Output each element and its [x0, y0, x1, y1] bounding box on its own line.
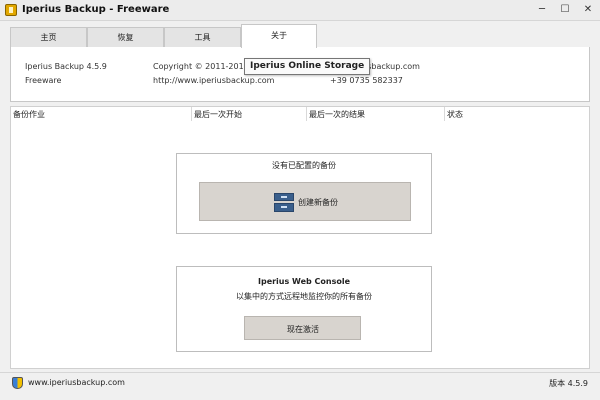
- edition-label: Freeware: [25, 76, 62, 85]
- activate-now-label: 现在激活: [287, 325, 319, 334]
- database-icon: [274, 193, 294, 212]
- jobs-grid-header: 备份作业 最后一次开始 最后一次的结果 状态: [10, 106, 590, 122]
- no-backup-card: 没有已配置的备份 创建新备份: [176, 153, 432, 234]
- column-status[interactable]: 状态: [447, 109, 463, 120]
- online-storage-tooltip: Iperius Online Storage: [244, 58, 371, 75]
- column-divider[interactable]: [191, 107, 192, 122]
- column-divider[interactable]: [444, 107, 445, 122]
- maximize-button[interactable]: ☐: [555, 2, 575, 18]
- version-label: 版本 4.5.9: [549, 379, 588, 388]
- column-divider[interactable]: [306, 107, 307, 122]
- web-console-subtitle: 以集中的方式远程地监控你的所有备份: [236, 292, 372, 301]
- no-backup-message: 没有已配置的备份: [272, 161, 336, 170]
- tab-restore[interactable]: 恢复: [87, 27, 164, 48]
- column-last-result[interactable]: 最后一次的结果: [309, 109, 365, 120]
- window-title: Iperius Backup - Freeware: [22, 4, 170, 15]
- column-last-start[interactable]: 最后一次开始: [194, 109, 242, 120]
- activate-now-button[interactable]: 现在激活: [244, 316, 361, 340]
- website-link[interactable]: http://www.iperiusbackup.com: [153, 76, 274, 85]
- app-icon: [5, 4, 17, 16]
- minimize-button[interactable]: ─: [532, 2, 552, 18]
- phone-number: +39 0735 582337: [330, 76, 403, 85]
- tab-about[interactable]: 关于: [241, 24, 317, 48]
- tab-tools[interactable]: 工具: [164, 27, 241, 48]
- web-console-title: Iperius Web Console: [257, 277, 351, 286]
- create-backup-button[interactable]: 创建新备份: [199, 182, 411, 221]
- status-website-link[interactable]: www.iperiusbackup.com: [28, 378, 125, 387]
- shield-icon: [12, 377, 23, 389]
- web-console-card: Iperius Web Console 以集中的方式远程地监控你的所有备份 现在…: [176, 266, 432, 352]
- product-version: Iperius Backup 4.5.9: [25, 62, 107, 71]
- status-bar: www.iperiusbackup.com 版本 4.5.9: [0, 372, 600, 400]
- close-button[interactable]: ✕: [578, 2, 598, 18]
- tab-home[interactable]: 主页: [10, 27, 87, 48]
- create-backup-label: 创建新备份: [298, 198, 338, 207]
- column-backup-job[interactable]: 备份作业: [13, 109, 45, 120]
- title-bar: Iperius Backup - Freeware ─ ☐ ✕: [0, 0, 600, 21]
